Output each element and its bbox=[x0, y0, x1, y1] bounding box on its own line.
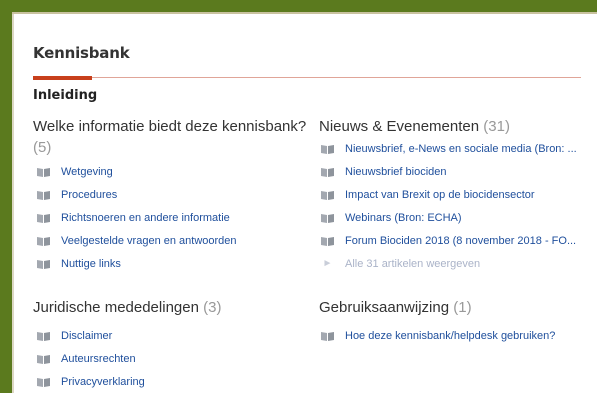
category-count: (3) bbox=[203, 299, 222, 316]
article-link-text[interactable]: Privacyverklaring bbox=[61, 376, 145, 388]
category-title-text[interactable]: Juridische mededelingen bbox=[33, 299, 199, 316]
article-link-text[interactable]: Nuttige links bbox=[61, 258, 121, 270]
book-icon bbox=[321, 213, 334, 223]
arrow-right-icon: ► bbox=[322, 258, 333, 269]
book-icon bbox=[37, 259, 50, 269]
category-title-text[interactable]: Nieuws & Evenementen bbox=[319, 118, 479, 135]
book-icon bbox=[321, 236, 334, 246]
frame-top-border bbox=[0, 0, 597, 12]
category-article-list: Wetgeving Procedures Richtsnoeren en and… bbox=[37, 160, 237, 275]
article-link[interactable]: Wetgeving bbox=[37, 160, 237, 183]
article-link-text[interactable]: Procedures bbox=[61, 189, 117, 201]
category-count: (5) bbox=[33, 139, 52, 156]
frame-left-inner-border bbox=[12, 14, 14, 393]
article-link[interactable]: Hoe deze kennisbank/helpdesk gebruiken? bbox=[321, 324, 555, 347]
book-icon bbox=[37, 331, 50, 341]
article-link-text[interactable]: Hoe deze kennisbank/helpdesk gebruiken? bbox=[345, 330, 555, 342]
category-title-text[interactable]: Gebruiksaanwijzing bbox=[319, 299, 449, 316]
article-link[interactable]: Webinars (Bron: ECHA) bbox=[321, 206, 577, 229]
article-link-text[interactable]: Richtsnoeren en andere informatie bbox=[61, 212, 230, 224]
book-icon bbox=[321, 144, 334, 154]
article-link-text[interactable]: Nieuwsbrief, e-News en sociale media (Br… bbox=[345, 143, 577, 155]
view-all-articles-link[interactable]: ► Alle 31 artikelen weergeven bbox=[321, 252, 577, 275]
article-link-text[interactable]: Auteursrechten bbox=[61, 353, 136, 365]
category-count: (1) bbox=[453, 299, 472, 316]
section-accent-bar bbox=[33, 76, 92, 80]
article-link[interactable]: Auteursrechten bbox=[37, 347, 145, 370]
frame-left-border bbox=[0, 0, 12, 393]
article-link[interactable]: Nieuwsbrief biociden bbox=[321, 160, 577, 183]
category-title-legal[interactable]: Juridische mededelingen (3) bbox=[33, 297, 221, 318]
book-icon bbox=[37, 190, 50, 200]
page-title: Kennisbank bbox=[33, 44, 130, 62]
article-link[interactable]: Impact van Brexit op de biocidensector bbox=[321, 183, 577, 206]
category-title-manual[interactable]: Gebruiksaanwijzing (1) bbox=[319, 297, 472, 318]
book-icon bbox=[37, 236, 50, 246]
article-link[interactable]: Procedures bbox=[37, 183, 237, 206]
frame-top-inner-border bbox=[0, 12, 597, 14]
section-title: Inleiding bbox=[33, 88, 98, 103]
article-link[interactable]: Nuttige links bbox=[37, 252, 237, 275]
article-link[interactable]: Disclaimer bbox=[37, 324, 145, 347]
category-title-info[interactable]: Welke informatie biedt deze kennisbank? … bbox=[33, 116, 308, 158]
view-all-text[interactable]: Alle 31 artikelen weergeven bbox=[345, 258, 480, 270]
book-icon bbox=[37, 167, 50, 177]
section-divider bbox=[92, 77, 581, 78]
article-link-text[interactable]: Nieuwsbrief biociden bbox=[345, 166, 447, 178]
article-link-text[interactable]: Forum Biociden 2018 (8 november 2018 - F… bbox=[345, 235, 576, 247]
book-icon bbox=[321, 331, 334, 341]
article-link[interactable]: Veelgestelde vragen en antwoorden bbox=[37, 229, 237, 252]
article-link[interactable]: Forum Biociden 2018 (8 november 2018 - F… bbox=[321, 229, 577, 252]
category-article-list: Hoe deze kennisbank/helpdesk gebruiken? bbox=[321, 324, 555, 347]
category-count: (31) bbox=[483, 118, 510, 135]
book-icon bbox=[321, 167, 334, 177]
article-link[interactable]: Nieuwsbrief, e-News en sociale media (Br… bbox=[321, 137, 577, 160]
category-title-news[interactable]: Nieuws & Evenementen (31) bbox=[319, 116, 510, 137]
book-icon bbox=[37, 377, 50, 387]
category-article-list: Nieuwsbrief, e-News en sociale media (Br… bbox=[321, 137, 577, 275]
article-link[interactable]: Privacyverklaring bbox=[37, 370, 145, 393]
article-link-text[interactable]: Webinars (Bron: ECHA) bbox=[345, 212, 462, 224]
category-title-text[interactable]: Welke informatie biedt deze kennisbank? bbox=[33, 118, 306, 135]
article-link-text[interactable]: Impact van Brexit op de biocidensector bbox=[345, 189, 535, 201]
book-icon bbox=[321, 190, 334, 200]
book-icon bbox=[37, 354, 50, 364]
article-link-text[interactable]: Disclaimer bbox=[61, 330, 112, 342]
category-article-list: Disclaimer Auteursrechten Privacyverklar… bbox=[37, 324, 145, 393]
book-icon bbox=[37, 213, 50, 223]
article-link-text[interactable]: Veelgestelde vragen en antwoorden bbox=[61, 235, 237, 247]
article-link-text[interactable]: Wetgeving bbox=[61, 166, 113, 178]
article-link[interactable]: Richtsnoeren en andere informatie bbox=[37, 206, 237, 229]
